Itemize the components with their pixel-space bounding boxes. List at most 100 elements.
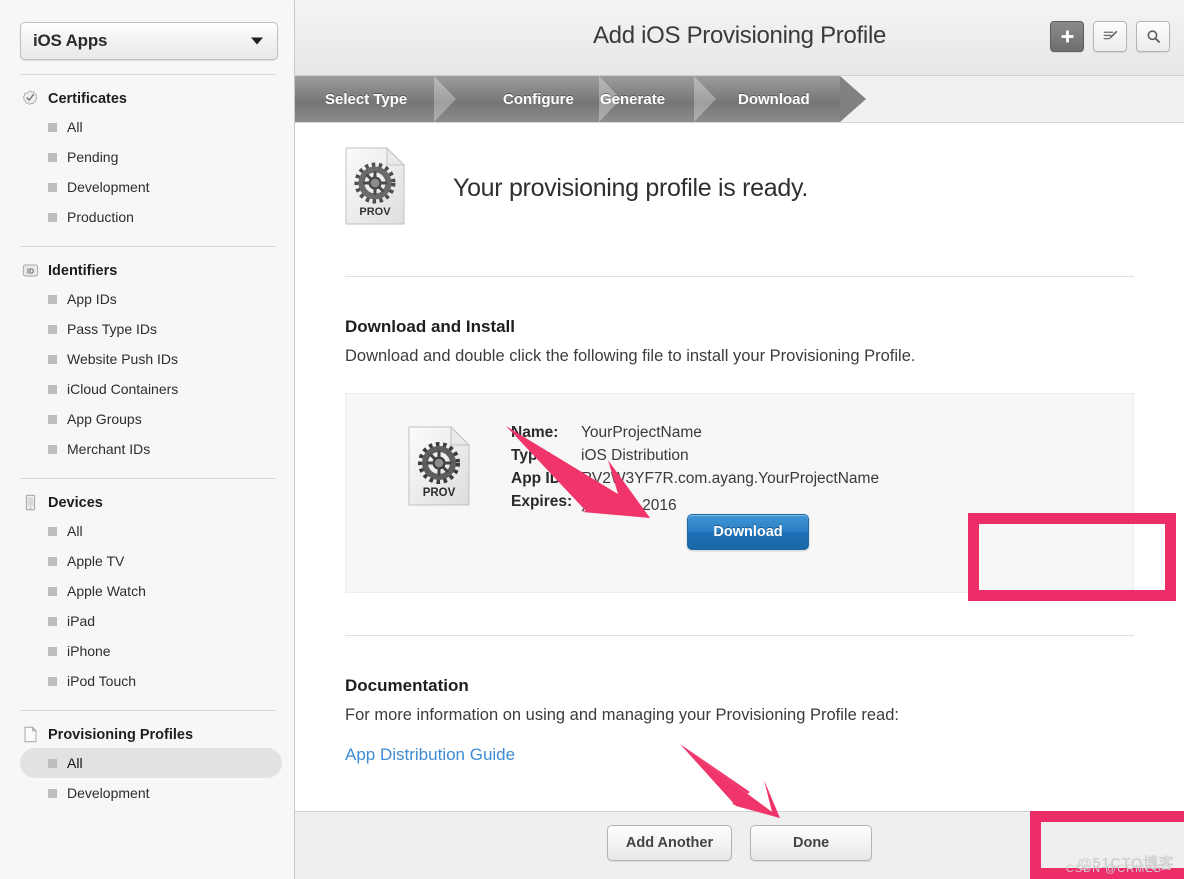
sidebar-item-website-push-ids[interactable]: Website Push IDs bbox=[20, 344, 282, 374]
footer-bar: Add Another Done bbox=[295, 811, 1184, 879]
document-icon bbox=[24, 726, 38, 743]
sidebar-item-label: iCloud Containers bbox=[67, 381, 179, 397]
download-section-title: Download and Install bbox=[345, 317, 516, 336]
add-button[interactable] bbox=[1050, 21, 1084, 52]
sidebar-group-certificates[interactable]: Certificates bbox=[0, 85, 294, 112]
bullet-square-icon bbox=[48, 444, 57, 454]
steps-arrow-tip bbox=[840, 76, 866, 122]
sidebar-group-label: Certificates bbox=[48, 90, 127, 107]
file-detail-panel: PROV Name: YourProjectName Type: iOS Distri… bbox=[345, 393, 1134, 593]
sidebar-divider bbox=[20, 74, 276, 75]
sidebar-item-development[interactable]: Development bbox=[20, 172, 282, 202]
prov-icon-label-small: PROV bbox=[423, 487, 456, 499]
prov-file-icon-large: PROV bbox=[345, 146, 406, 230]
device-phone-icon bbox=[25, 494, 36, 511]
sidebar-item-icloud-containers[interactable]: iCloud Containers bbox=[20, 374, 282, 404]
file-meta-value: 六月 23, 2016 bbox=[581, 497, 677, 514]
title-bar: Add iOS Provisioning Profile bbox=[295, 0, 1184, 76]
bullet-square-icon bbox=[48, 324, 57, 334]
id-badge-icon: ID bbox=[22, 264, 39, 277]
prov-file-icon-small: PROV bbox=[408, 425, 471, 511]
sidebar-item-pass-type-ids[interactable]: Pass Type IDs bbox=[20, 314, 282, 344]
bullet-square-icon bbox=[48, 384, 57, 394]
sidebar-group-label: Identifiers bbox=[48, 262, 118, 279]
sidebar-item-label: Merchant IDs bbox=[67, 441, 151, 457]
bullet-square-icon bbox=[48, 182, 57, 192]
sidebar-item-pending[interactable]: Pending bbox=[20, 142, 282, 172]
file-meta-value: YourProjectName bbox=[581, 424, 702, 441]
file-meta-key: Type: bbox=[511, 447, 552, 464]
sidebar-group-identifiers[interactable]: ID Identifiers bbox=[0, 257, 294, 284]
chevron-down-icon bbox=[251, 37, 263, 45]
bullet-square-icon bbox=[48, 616, 57, 626]
sidebar-item-apple-watch[interactable]: Apple Watch bbox=[20, 576, 282, 606]
bullet-square-icon bbox=[48, 676, 57, 686]
documentation-section-subtitle: For more information on using and managi… bbox=[345, 706, 899, 724]
file-meta-key: Name: bbox=[511, 424, 559, 441]
certificate-seal-icon bbox=[22, 90, 38, 105]
file-meta-row: Expires: 六月 23, 2016 bbox=[511, 493, 879, 515]
sidebar-item-label: Website Push IDs bbox=[67, 351, 179, 367]
file-meta-value: RV2W3YF7R.com.ayang.YourProjectName bbox=[581, 470, 880, 487]
bullet-square-icon bbox=[48, 646, 57, 656]
sidebar-group-label: Provisioning Profiles bbox=[48, 726, 194, 743]
sidebar-item-label: App IDs bbox=[67, 291, 117, 307]
sidebar-nav: Certificates All Pending Development Product… bbox=[0, 74, 294, 808]
sidebar-item-iphone[interactable]: iPhone bbox=[20, 636, 282, 666]
sidebar-item-label: Development bbox=[67, 179, 150, 195]
sidebar-item-all[interactable]: All bbox=[20, 748, 282, 778]
step-divider bbox=[434, 76, 456, 122]
ready-banner: PROV Your provisioning profile is ready. bbox=[345, 123, 1134, 230]
sidebar-item-label: All bbox=[67, 523, 83, 539]
org-selector-dropdown[interactable]: iOS Apps bbox=[20, 22, 278, 60]
sidebar-item-apple-tv[interactable]: Apple TV bbox=[20, 546, 282, 576]
done-button[interactable]: Done bbox=[750, 825, 873, 861]
sidebar-item-label: Apple Watch bbox=[67, 583, 146, 599]
plus-icon bbox=[1061, 30, 1073, 43]
edit-button[interactable] bbox=[1093, 21, 1127, 52]
step-download[interactable]: Download bbox=[738, 76, 810, 123]
prov-icon-label: PROV bbox=[359, 206, 391, 218]
bullet-square-icon bbox=[48, 212, 57, 222]
file-meta-value: iOS Distribution bbox=[581, 447, 689, 464]
app-distribution-guide-link[interactable]: App Distribution Guide bbox=[345, 745, 515, 765]
sidebar-item-label: iPod Touch bbox=[67, 673, 137, 689]
sidebar-item-ipod-touch[interactable]: iPod Touch bbox=[20, 666, 282, 696]
sidebar: iOS Apps Certificates All Pending Developme… bbox=[0, 0, 295, 879]
file-meta-row: Type: iOS Distribution bbox=[511, 447, 879, 465]
sidebar-group-provisioning-profiles[interactable]: Provisioning Profiles bbox=[0, 721, 294, 748]
sidebar-item-app-groups[interactable]: App Groups bbox=[20, 404, 282, 434]
sidebar-item-development[interactable]: Development bbox=[20, 778, 282, 808]
sidebar-item-all[interactable]: All bbox=[20, 112, 282, 142]
divider-bottom bbox=[345, 635, 1134, 636]
bullet-square-icon bbox=[48, 758, 57, 768]
file-metadata-list: Name: YourProjectName Type: iOS Distributio… bbox=[511, 424, 879, 520]
sidebar-item-ipad[interactable]: iPad bbox=[20, 606, 282, 636]
search-button[interactable] bbox=[1136, 21, 1170, 52]
sidebar-item-label: iPad bbox=[67, 613, 96, 629]
search-icon bbox=[1146, 30, 1160, 43]
add-another-button[interactable]: Add Another bbox=[606, 825, 733, 861]
download-button[interactable]: Download bbox=[687, 514, 809, 550]
step-generate[interactable]: Generate bbox=[600, 76, 665, 123]
bullet-square-icon bbox=[48, 586, 57, 596]
bullet-square-icon bbox=[48, 414, 57, 424]
bullet-square-icon bbox=[48, 526, 57, 536]
bullet-square-icon bbox=[48, 556, 57, 566]
sidebar-group-devices[interactable]: Devices bbox=[0, 489, 294, 516]
bullet-square-icon bbox=[48, 294, 57, 304]
divider-top bbox=[345, 276, 1134, 277]
step-select-type[interactable]: Select Type bbox=[325, 76, 407, 123]
sidebar-item-merchant-ids[interactable]: Merchant IDs bbox=[20, 434, 282, 464]
step-configure[interactable]: Configure bbox=[503, 76, 574, 123]
svg-text:ID: ID bbox=[27, 269, 34, 276]
toolbar-buttons bbox=[1050, 21, 1170, 52]
sidebar-item-app-ids[interactable]: App IDs bbox=[20, 284, 282, 314]
sidebar-item-production[interactable]: Production bbox=[20, 202, 282, 232]
app-window: iOS Apps Certificates All Pending Developme… bbox=[0, 0, 1184, 879]
sidebar-item-all[interactable]: All bbox=[20, 516, 282, 546]
sidebar-item-label: Production bbox=[67, 209, 134, 225]
sidebar-item-label: Apple TV bbox=[67, 553, 125, 569]
org-selector-value: iOS Apps bbox=[33, 31, 108, 50]
sidebar-item-label: All bbox=[67, 755, 83, 771]
